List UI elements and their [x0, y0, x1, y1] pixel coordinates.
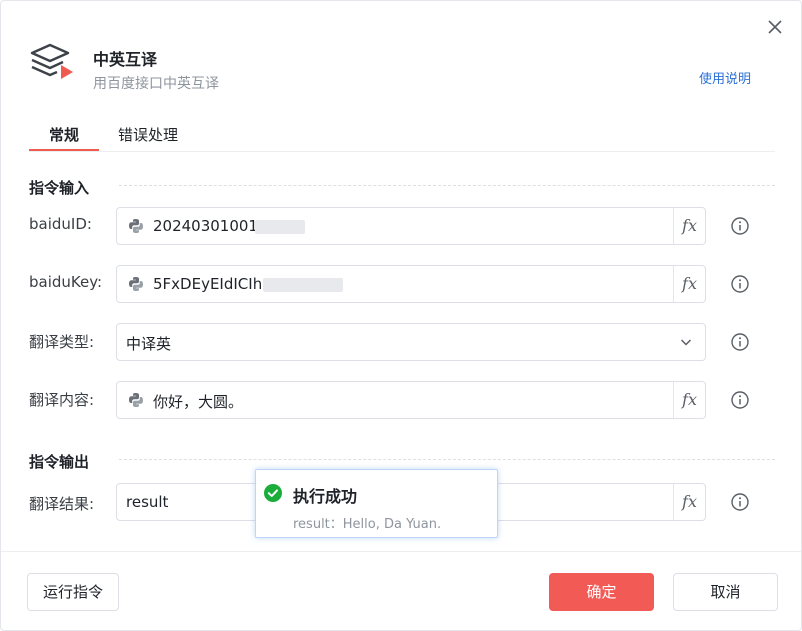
check-circle-icon	[264, 484, 282, 502]
redaction-blur	[263, 278, 343, 292]
footer-divider	[1, 551, 801, 552]
python-icon	[129, 277, 143, 291]
tab-active-indicator	[29, 149, 99, 151]
baidu-key-label: baiduKey:	[29, 273, 103, 291]
python-icon	[129, 219, 143, 233]
baidu-key-value: 5FxDEyEIdICIh	[153, 275, 263, 293]
info-icon[interactable]	[730, 492, 750, 512]
cancel-button[interactable]: 取消	[673, 573, 778, 611]
translate-content-label: 翻译内容:	[29, 391, 95, 409]
baidu-id-value: 202403010011	[153, 217, 268, 235]
run-command-button[interactable]: 运行指令	[27, 573, 119, 611]
fx-button[interactable]: fx	[673, 382, 705, 418]
translate-type-select[interactable]: 中译英	[116, 323, 706, 361]
layers-play-icon	[30, 43, 73, 79]
fx-button[interactable]: fx	[673, 484, 705, 520]
baidu-id-input[interactable]: 202403010011 fx	[116, 207, 706, 245]
redaction-blur	[255, 220, 305, 234]
plugin-subtitle: 用百度接口中英互译	[93, 76, 219, 92]
info-icon[interactable]	[730, 274, 750, 294]
baidu-id-label: baiduID:	[29, 215, 92, 233]
dialog: 中英互译 用百度接口中英互译 使用说明 常规 错误处理 指令输入 baiduID…	[0, 0, 802, 631]
section-output-title: 指令输出	[29, 453, 90, 471]
chevron-down-icon	[680, 339, 692, 346]
toast-message: result：Hello, Da Yuan.	[293, 517, 442, 532]
translate-type-value: 中译英	[126, 335, 172, 353]
info-icon[interactable]	[730, 216, 750, 236]
tab-error-handling[interactable]: 错误处理	[118, 124, 178, 145]
fx-button[interactable]: fx	[673, 208, 705, 244]
help-link[interactable]: 使用说明	[699, 68, 751, 87]
success-toast: 执行成功 result：Hello, Da Yuan.	[255, 469, 498, 538]
translate-content-value: 你好，大圆。	[153, 393, 244, 411]
toast-title: 执行成功	[293, 487, 358, 506]
fx-button[interactable]: fx	[673, 266, 705, 302]
translate-result-label: 翻译结果:	[29, 495, 95, 513]
confirm-button[interactable]: 确定	[549, 573, 654, 611]
close-icon[interactable]	[763, 15, 787, 39]
info-icon[interactable]	[730, 390, 750, 410]
translate-content-input[interactable]: 你好，大圆。 fx	[116, 381, 706, 419]
tab-bar: 常规 错误处理	[29, 119, 775, 152]
baidu-key-input[interactable]: 5FxDEyEIdICIh fx	[116, 265, 706, 303]
section-input-title: 指令输入	[29, 179, 90, 197]
translate-type-label: 翻译类型:	[29, 333, 95, 351]
info-icon[interactable]	[730, 332, 750, 352]
python-icon	[129, 393, 143, 407]
section-divider	[119, 459, 775, 460]
section-divider	[119, 185, 775, 186]
tab-general[interactable]: 常规	[49, 124, 79, 145]
plugin-title: 中英互译	[93, 50, 158, 69]
translate-result-value: result	[126, 493, 169, 511]
